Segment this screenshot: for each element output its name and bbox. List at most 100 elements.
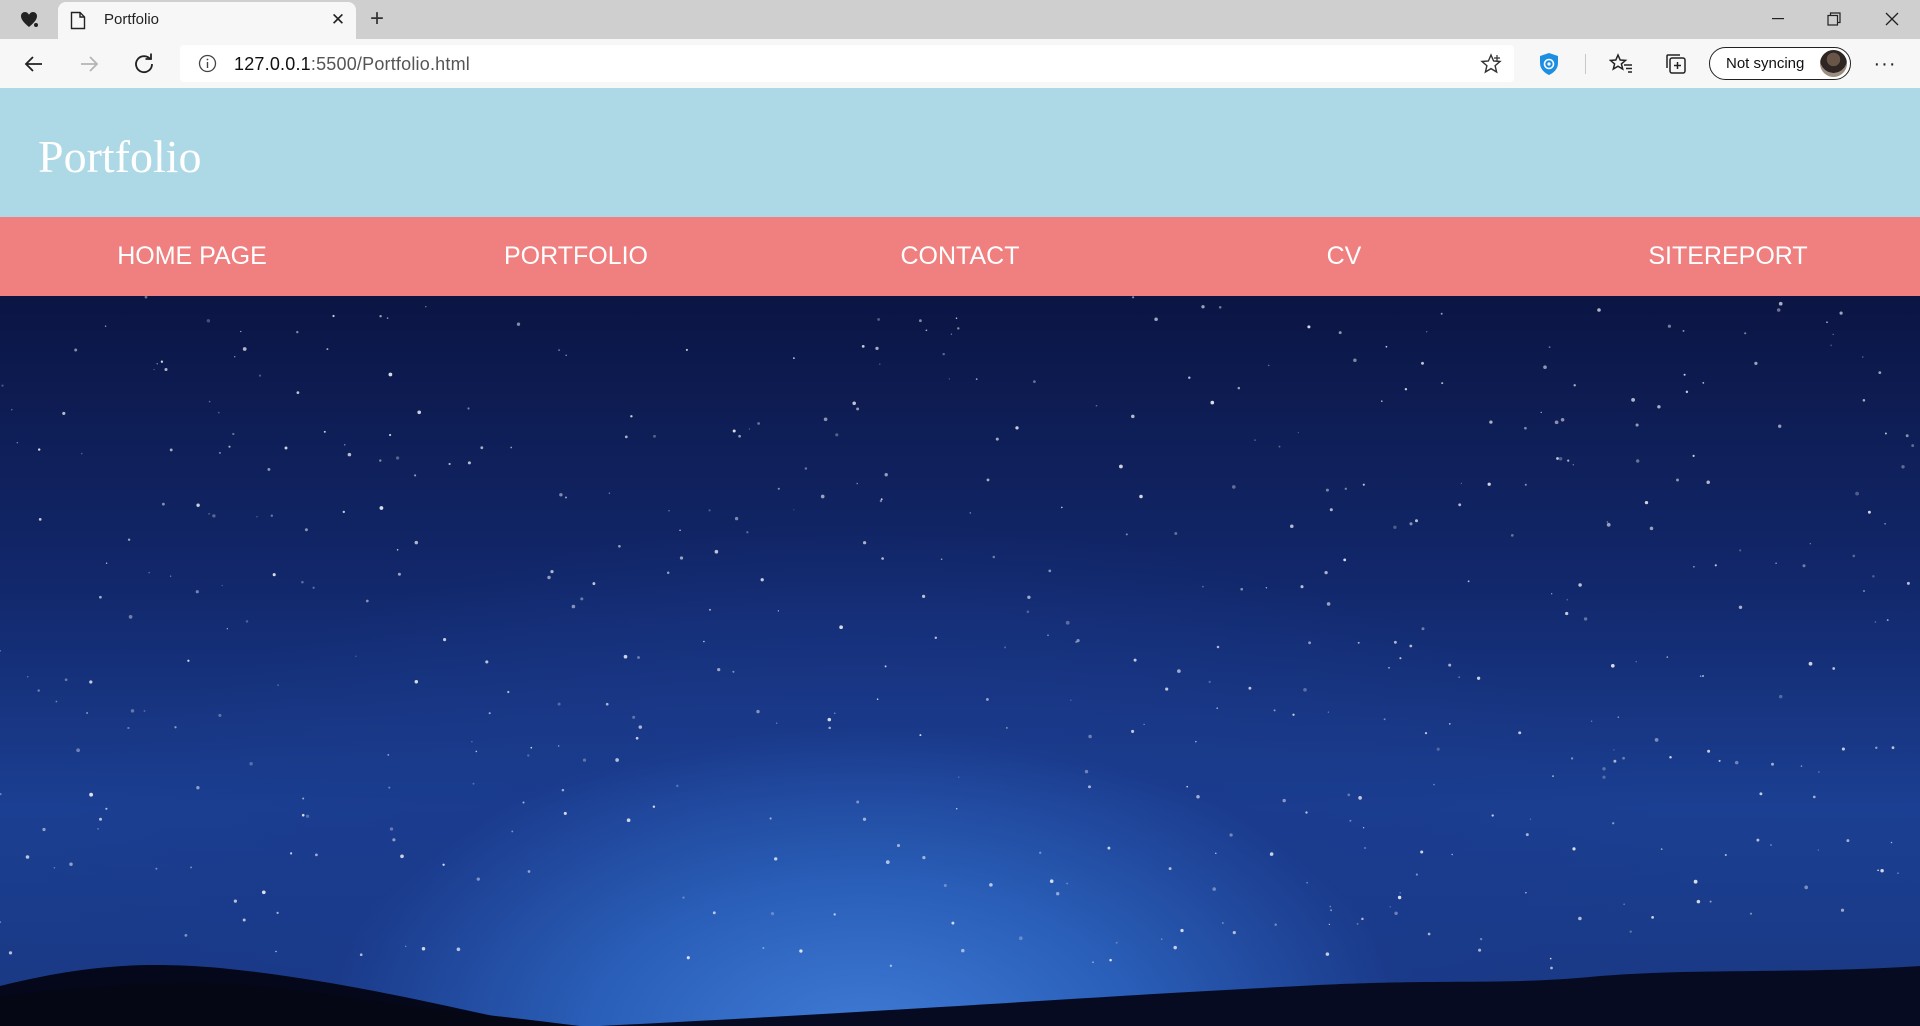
favorites-heart-icon[interactable] bbox=[18, 8, 42, 32]
star bbox=[414, 474, 417, 477]
plus-icon[interactable]: + bbox=[364, 5, 390, 32]
star bbox=[563, 811, 567, 815]
star bbox=[942, 352, 945, 356]
star bbox=[833, 913, 836, 916]
star bbox=[1572, 464, 1574, 466]
star bbox=[632, 715, 636, 719]
star bbox=[343, 444, 346, 446]
star bbox=[1631, 398, 1635, 402]
favorites-icon[interactable] bbox=[1604, 47, 1638, 81]
star bbox=[1841, 747, 1845, 751]
star bbox=[1617, 716, 1620, 718]
star-icon[interactable] bbox=[1480, 53, 1502, 80]
star bbox=[969, 512, 972, 514]
star bbox=[1566, 598, 1569, 601]
star bbox=[1660, 848, 1663, 850]
star bbox=[1565, 611, 1569, 616]
star bbox=[835, 433, 839, 437]
star bbox=[955, 317, 958, 320]
star bbox=[1696, 899, 1701, 904]
star bbox=[1282, 798, 1286, 803]
star bbox=[1015, 426, 1019, 430]
star bbox=[80, 452, 83, 455]
star bbox=[174, 726, 177, 729]
star bbox=[1606, 521, 1609, 523]
star bbox=[1706, 480, 1710, 484]
star bbox=[296, 330, 299, 334]
star bbox=[421, 946, 426, 951]
star bbox=[1702, 381, 1705, 384]
address-bar[interactable]: 127.0.0.1:5500/Portfolio.html bbox=[180, 45, 1514, 82]
star bbox=[1613, 759, 1617, 763]
star bbox=[919, 319, 922, 323]
star bbox=[1404, 387, 1408, 391]
star bbox=[1770, 844, 1772, 846]
star bbox=[1265, 587, 1268, 589]
nav-link-cv[interactable]: CV bbox=[1152, 217, 1536, 296]
star bbox=[228, 445, 231, 448]
close-icon[interactable]: ✕ bbox=[326, 8, 350, 32]
star bbox=[992, 555, 996, 559]
url-text[interactable]: 127.0.0.1:5500/Portfolio.html bbox=[234, 54, 470, 75]
star bbox=[1269, 852, 1274, 856]
more-icon[interactable]: ··· bbox=[1868, 47, 1902, 81]
nav-link-home-page[interactable]: HOME PAGE bbox=[0, 217, 384, 296]
star bbox=[875, 346, 879, 351]
star bbox=[218, 713, 222, 717]
star bbox=[206, 319, 211, 323]
window-close-icon[interactable] bbox=[1864, 0, 1920, 38]
star bbox=[1267, 364, 1270, 367]
star bbox=[1683, 373, 1686, 376]
star bbox=[1363, 846, 1367, 850]
collections-icon[interactable] bbox=[1659, 47, 1693, 81]
star bbox=[774, 857, 778, 861]
star bbox=[975, 378, 978, 380]
refresh-icon[interactable] bbox=[127, 47, 161, 81]
profile-sync-button[interactable]: Not syncing bbox=[1709, 47, 1851, 80]
minimize-icon[interactable] bbox=[1750, 0, 1806, 38]
star bbox=[679, 556, 684, 560]
forward-icon[interactable] bbox=[72, 47, 106, 81]
star bbox=[1635, 661, 1637, 663]
nav-link-contact[interactable]: CONTACT bbox=[768, 217, 1152, 296]
star bbox=[301, 580, 304, 584]
star bbox=[467, 407, 470, 410]
star bbox=[1006, 727, 1008, 729]
star bbox=[682, 896, 685, 899]
star bbox=[1897, 872, 1899, 874]
star bbox=[127, 726, 130, 730]
shield-icon[interactable] bbox=[1532, 47, 1566, 81]
star bbox=[128, 615, 133, 619]
restore-icon[interactable] bbox=[1806, 0, 1862, 38]
star bbox=[1832, 333, 1834, 336]
star bbox=[1714, 564, 1717, 567]
info-icon[interactable] bbox=[198, 54, 217, 78]
star bbox=[712, 911, 716, 915]
star bbox=[1196, 794, 1200, 799]
star bbox=[1441, 382, 1444, 385]
star bbox=[25, 855, 30, 859]
star bbox=[1415, 873, 1418, 876]
nav-link-sitereport[interactable]: SITEREPORT bbox=[1536, 217, 1920, 296]
star bbox=[1451, 853, 1453, 856]
browser-tab-active[interactable]: Portfolio ✕ bbox=[58, 2, 356, 39]
star bbox=[1749, 912, 1753, 915]
star bbox=[885, 860, 890, 864]
star bbox=[1567, 459, 1570, 462]
star bbox=[879, 499, 883, 503]
star bbox=[1327, 711, 1330, 713]
star bbox=[608, 492, 611, 494]
star bbox=[217, 411, 220, 414]
star bbox=[1095, 404, 1098, 407]
back-icon[interactable] bbox=[17, 47, 51, 81]
nav-link-portfolio[interactable]: PORTFOLIO bbox=[384, 217, 768, 296]
star bbox=[1208, 680, 1211, 684]
star bbox=[1551, 593, 1553, 595]
star bbox=[55, 700, 58, 703]
star bbox=[760, 578, 764, 582]
star bbox=[1884, 522, 1886, 525]
star bbox=[550, 570, 554, 574]
star bbox=[876, 698, 879, 700]
star bbox=[1651, 916, 1654, 919]
star bbox=[359, 953, 363, 957]
